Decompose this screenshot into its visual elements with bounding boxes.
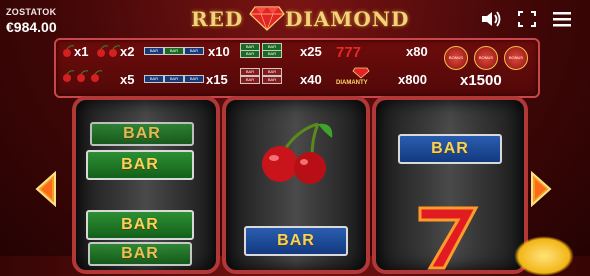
bar-mini-icon: BAR — [164, 75, 184, 83]
balance-value: €984.00 — [6, 19, 57, 35]
right-arrow-icon[interactable] — [528, 171, 554, 207]
paytable-mult-top: x1500 — [460, 72, 502, 89]
paytable-mult: x1 — [74, 44, 89, 59]
cherry-icon — [63, 70, 75, 82]
diamond-icon — [352, 67, 370, 79]
bonus-icon: BONUS — [444, 46, 468, 70]
paytable-mult: x25 — [300, 44, 322, 59]
seven-icon: 777 — [336, 44, 361, 59]
logo-word-diamond: DIAMOND — [285, 7, 410, 31]
bar-mini-icon: BAR — [144, 75, 164, 83]
balance-label: ZOSTATOK — [6, 7, 57, 17]
svg-text:777: 777 — [336, 44, 361, 59]
paytable-mult: x40 — [300, 72, 322, 87]
bar-mini-icon: BAR — [144, 47, 164, 55]
bar-symbol-label: BAR — [121, 216, 159, 233]
bar-symbol: BAR — [90, 122, 194, 146]
top-bar: ZOSTATOK €984.00 RED DIAMOND — [0, 0, 590, 40]
fullscreen-icon[interactable] — [516, 9, 538, 29]
reel-3: BAR — [372, 96, 528, 274]
speaker-icon[interactable] — [480, 9, 502, 29]
bar-symbol-label: BAR — [121, 245, 159, 262]
bar-mini-icon: BAR — [262, 50, 282, 58]
paytable-mult: x15 — [206, 72, 228, 87]
logo-word-red: RED — [191, 7, 244, 31]
game-logo: RED DIAMOND — [185, 4, 410, 32]
paytable-mult: x80 — [406, 44, 428, 59]
bar-symbol-label: BAR — [431, 140, 469, 157]
paytable-mult: x5 — [120, 72, 135, 87]
bar-mini-icon: BAR — [240, 50, 260, 58]
bar-mini-icon: BAR — [240, 76, 260, 84]
cherry-icon — [91, 70, 103, 82]
diamond-label: DIAMANTY — [336, 80, 368, 86]
bar-mini-icon: BAR — [164, 47, 184, 55]
bar-mini-icon: BAR — [262, 68, 282, 76]
bar-symbol-label: BAR — [121, 156, 159, 173]
bar-mini-icon: BAR — [184, 75, 204, 83]
reel-1: BAR BAR BAR BAR — [72, 96, 220, 274]
bar-mini-icon: BAR — [184, 47, 204, 55]
cherries-icon — [262, 122, 333, 184]
bar-symbol-label: BAR — [277, 232, 315, 249]
diamond-icon — [249, 6, 285, 31]
bar-symbol-label: BAR — [123, 125, 161, 142]
bonus-icon: BONUS — [474, 46, 498, 70]
bar-symbol: BAR — [86, 210, 194, 240]
reel-2: BAR — [222, 96, 370, 274]
paytable: x1 x2 BAR BAR BAR x10 BAR BAR BAR BAR x2… — [54, 38, 540, 98]
paytable-mult: x800 — [398, 72, 427, 87]
paytable-mult: x2 — [120, 44, 135, 59]
spin-button[interactable] — [514, 236, 574, 276]
bar-symbol: BAR — [88, 242, 192, 266]
cherry-icon — [77, 70, 89, 82]
bar-mini-icon: BAR — [262, 76, 282, 84]
menu-icon[interactable] — [551, 9, 573, 29]
bar-mini-icon: BAR — [240, 68, 260, 76]
bar-symbol: BAR — [398, 134, 502, 164]
bonus-icon: BONUS — [504, 46, 528, 70]
left-arrow-icon[interactable] — [33, 171, 59, 207]
bar-symbol: BAR — [86, 150, 194, 180]
seven-icon — [418, 206, 479, 270]
bar-symbol: BAR — [244, 226, 348, 256]
paytable-mult: x10 — [208, 44, 230, 59]
